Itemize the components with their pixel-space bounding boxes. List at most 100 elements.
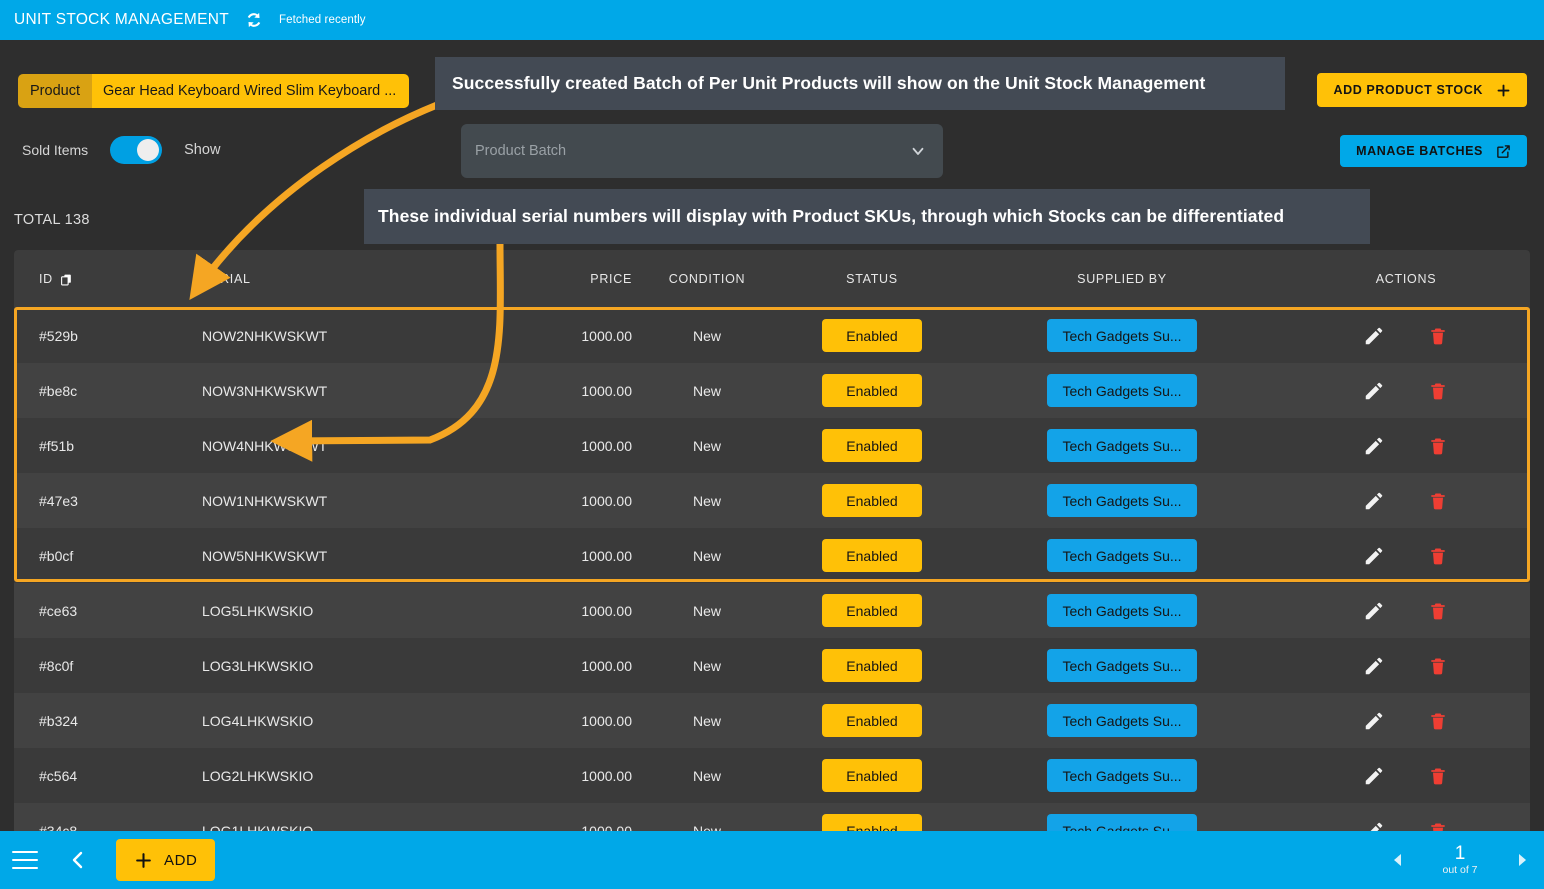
triangle-left-icon[interactable]	[1390, 852, 1406, 868]
total-count-label: TOTAL 138	[14, 212, 90, 228]
cell-supplied-by: Tech Gadgets Su...	[962, 649, 1282, 682]
page-title: UNIT STOCK MANAGEMENT	[14, 11, 229, 28]
status-badge[interactable]: Enabled	[822, 594, 922, 627]
supplier-badge[interactable]: Tech Gadgets Su...	[1047, 539, 1197, 572]
delete-trash-icon[interactable]	[1426, 489, 1450, 513]
status-badge[interactable]: Enabled	[822, 704, 922, 737]
supplier-badge[interactable]: Tech Gadgets Su...	[1047, 429, 1197, 462]
cell-price: 1000.00	[581, 712, 632, 729]
column-header-actions: ACTIONS	[1375, 272, 1437, 286]
cell-status: Enabled	[782, 539, 962, 572]
status-badge[interactable]: Enabled	[822, 429, 922, 462]
edit-pencil-icon[interactable]	[1362, 709, 1386, 733]
delete-trash-icon[interactable]	[1426, 544, 1450, 568]
edit-pencil-icon[interactable]	[1362, 764, 1386, 788]
supplier-badge[interactable]: Tech Gadgets Su...	[1047, 319, 1197, 352]
delete-trash-icon[interactable]	[1426, 379, 1450, 403]
delete-trash-icon[interactable]	[1426, 599, 1450, 623]
manage-batches-button[interactable]: MANAGE BATCHES	[1340, 135, 1527, 167]
column-header-price[interactable]: PRICE	[522, 272, 632, 286]
cell-serial: LOG2LHKWSKIO	[202, 767, 314, 784]
product-filter-chip[interactable]: Product Gear Head Keyboard Wired Slim Ke…	[18, 74, 410, 108]
cell-price: 1000.00	[581, 657, 632, 674]
cell-serial: NOW1NHKWSKWT	[202, 492, 328, 509]
status-badge[interactable]: Enabled	[822, 374, 922, 407]
table-header-row: ID SERIAL PRICE CONDITION STATUS SUPPLIE…	[14, 250, 1530, 308]
current-page-number: 1	[1454, 842, 1466, 864]
table-body: #529b NOW2NHKWSKWT 1000.00 New Enabled Tech G…	[14, 308, 1530, 840]
triangle-right-icon[interactable]	[1514, 852, 1530, 868]
table-row[interactable]: #c564 LOG2LHKWSKIO 1000.00 New Enabled Tech G…	[14, 748, 1530, 803]
edit-pencil-icon[interactable]	[1362, 324, 1386, 348]
delete-trash-icon[interactable]	[1426, 709, 1450, 733]
edit-pencil-icon[interactable]	[1362, 599, 1386, 623]
table-row[interactable]: #be8c NOW3NHKWSKWT 1000.00 New Enabled Tech G…	[14, 363, 1530, 418]
status-badge[interactable]: Enabled	[822, 484, 922, 517]
table-row[interactable]: #b324 LOG4LHKWSKIO 1000.00 New Enabled Tech G…	[14, 693, 1530, 748]
table-row[interactable]: #8c0f LOG3LHKWSKIO 1000.00 New Enabled Tech G…	[14, 638, 1530, 693]
plus-icon	[1496, 83, 1511, 98]
cell-id: #b324	[39, 712, 78, 729]
edit-pencil-icon[interactable]	[1362, 654, 1386, 678]
add-button[interactable]: ADD	[116, 839, 216, 881]
status-badge[interactable]: Enabled	[822, 649, 922, 682]
app-top-bar: UNIT STOCK MANAGEMENT Fetched recently	[0, 0, 1544, 40]
copy-icon[interactable]	[60, 273, 73, 286]
sold-items-toggle[interactable]	[110, 136, 163, 164]
supplier-badge[interactable]: Tech Gadgets Su...	[1047, 759, 1197, 792]
table-row[interactable]: #b0cf NOW5NHKWSKWT 1000.00 New Enabled Tech G…	[14, 528, 1530, 583]
delete-trash-icon[interactable]	[1426, 434, 1450, 458]
supplier-badge[interactable]: Tech Gadgets Su...	[1047, 594, 1197, 627]
callout-batch-success: Successfully created Batch of Per Unit P…	[435, 57, 1285, 110]
cell-supplied-by: Tech Gadgets Su...	[962, 374, 1282, 407]
table-row[interactable]: #47e3 NOW1NHKWSKWT 1000.00 New Enabled Tech G…	[14, 473, 1530, 528]
cell-supplied-by: Tech Gadgets Su...	[962, 759, 1282, 792]
column-header-status[interactable]: STATUS	[782, 272, 962, 286]
edit-pencil-icon[interactable]	[1362, 489, 1386, 513]
status-badge[interactable]: Enabled	[822, 759, 922, 792]
delete-trash-icon[interactable]	[1426, 764, 1450, 788]
supplier-badge[interactable]: Tech Gadgets Su...	[1047, 649, 1197, 682]
table-row[interactable]: #f51b NOW4NHKWSKWT 1000.00 New Enabled Tech G…	[14, 418, 1530, 473]
cell-id: #ce63	[39, 602, 78, 619]
callout-batch-success-text: Successfully created Batch of Per Unit P…	[452, 73, 1206, 93]
column-header-supplied-by[interactable]: SUPPLIED BY	[962, 272, 1282, 286]
cell-status: Enabled	[782, 374, 962, 407]
cell-serial: LOG4LHKWSKIO	[202, 712, 314, 729]
unit-stock-table: ID SERIAL PRICE CONDITION STATUS SUPPLIE…	[14, 250, 1530, 840]
cell-status: Enabled	[782, 429, 962, 462]
external-link-icon	[1496, 144, 1511, 159]
edit-pencil-icon[interactable]	[1362, 544, 1386, 568]
cell-actions	[1282, 324, 1530, 348]
edit-pencil-icon[interactable]	[1362, 434, 1386, 458]
cell-actions	[1282, 489, 1530, 513]
edit-pencil-icon[interactable]	[1362, 379, 1386, 403]
cell-id: #be8c	[39, 382, 78, 399]
cell-condition: New	[692, 437, 721, 454]
add-product-stock-button[interactable]: ADD PRODUCT STOCK	[1317, 73, 1527, 107]
total-pages-label: out of 7	[1442, 863, 1478, 876]
cell-supplied-by: Tech Gadgets Su...	[962, 319, 1282, 352]
sync-refresh-icon[interactable]	[243, 9, 265, 31]
status-badge[interactable]: Enabled	[822, 319, 922, 352]
column-header-serial[interactable]: SERIAL	[108, 272, 522, 286]
supplier-badge[interactable]: Tech Gadgets Su...	[1047, 704, 1197, 737]
status-badge[interactable]: Enabled	[822, 539, 922, 572]
hamburger-menu-icon[interactable]	[8, 847, 42, 873]
cell-status: Enabled	[782, 594, 962, 627]
supplier-badge[interactable]: Tech Gadgets Su...	[1047, 484, 1197, 517]
table-row[interactable]: #529b NOW2NHKWSKWT 1000.00 New Enabled Tech G…	[14, 308, 1530, 363]
chevron-left-icon[interactable]	[42, 847, 90, 873]
product-filter-value: Gear Head Keyboard Wired Slim Keyboard .…	[91, 74, 410, 108]
supplier-badge[interactable]: Tech Gadgets Su...	[1047, 374, 1197, 407]
delete-trash-icon[interactable]	[1426, 324, 1450, 348]
delete-trash-icon[interactable]	[1426, 654, 1450, 678]
cell-id: #8c0f	[39, 657, 74, 674]
product-batch-select[interactable]: Product Batch	[461, 124, 943, 178]
column-header-condition[interactable]: CONDITION	[632, 272, 782, 286]
table-row[interactable]: #ce63 LOG5LHKWSKIO 1000.00 New Enabled Tech G…	[14, 583, 1530, 638]
column-header-id[interactable]: ID	[14, 272, 108, 286]
plus-icon	[134, 851, 153, 870]
cell-serial: NOW5NHKWSKWT	[202, 547, 328, 564]
cell-actions	[1282, 599, 1530, 623]
